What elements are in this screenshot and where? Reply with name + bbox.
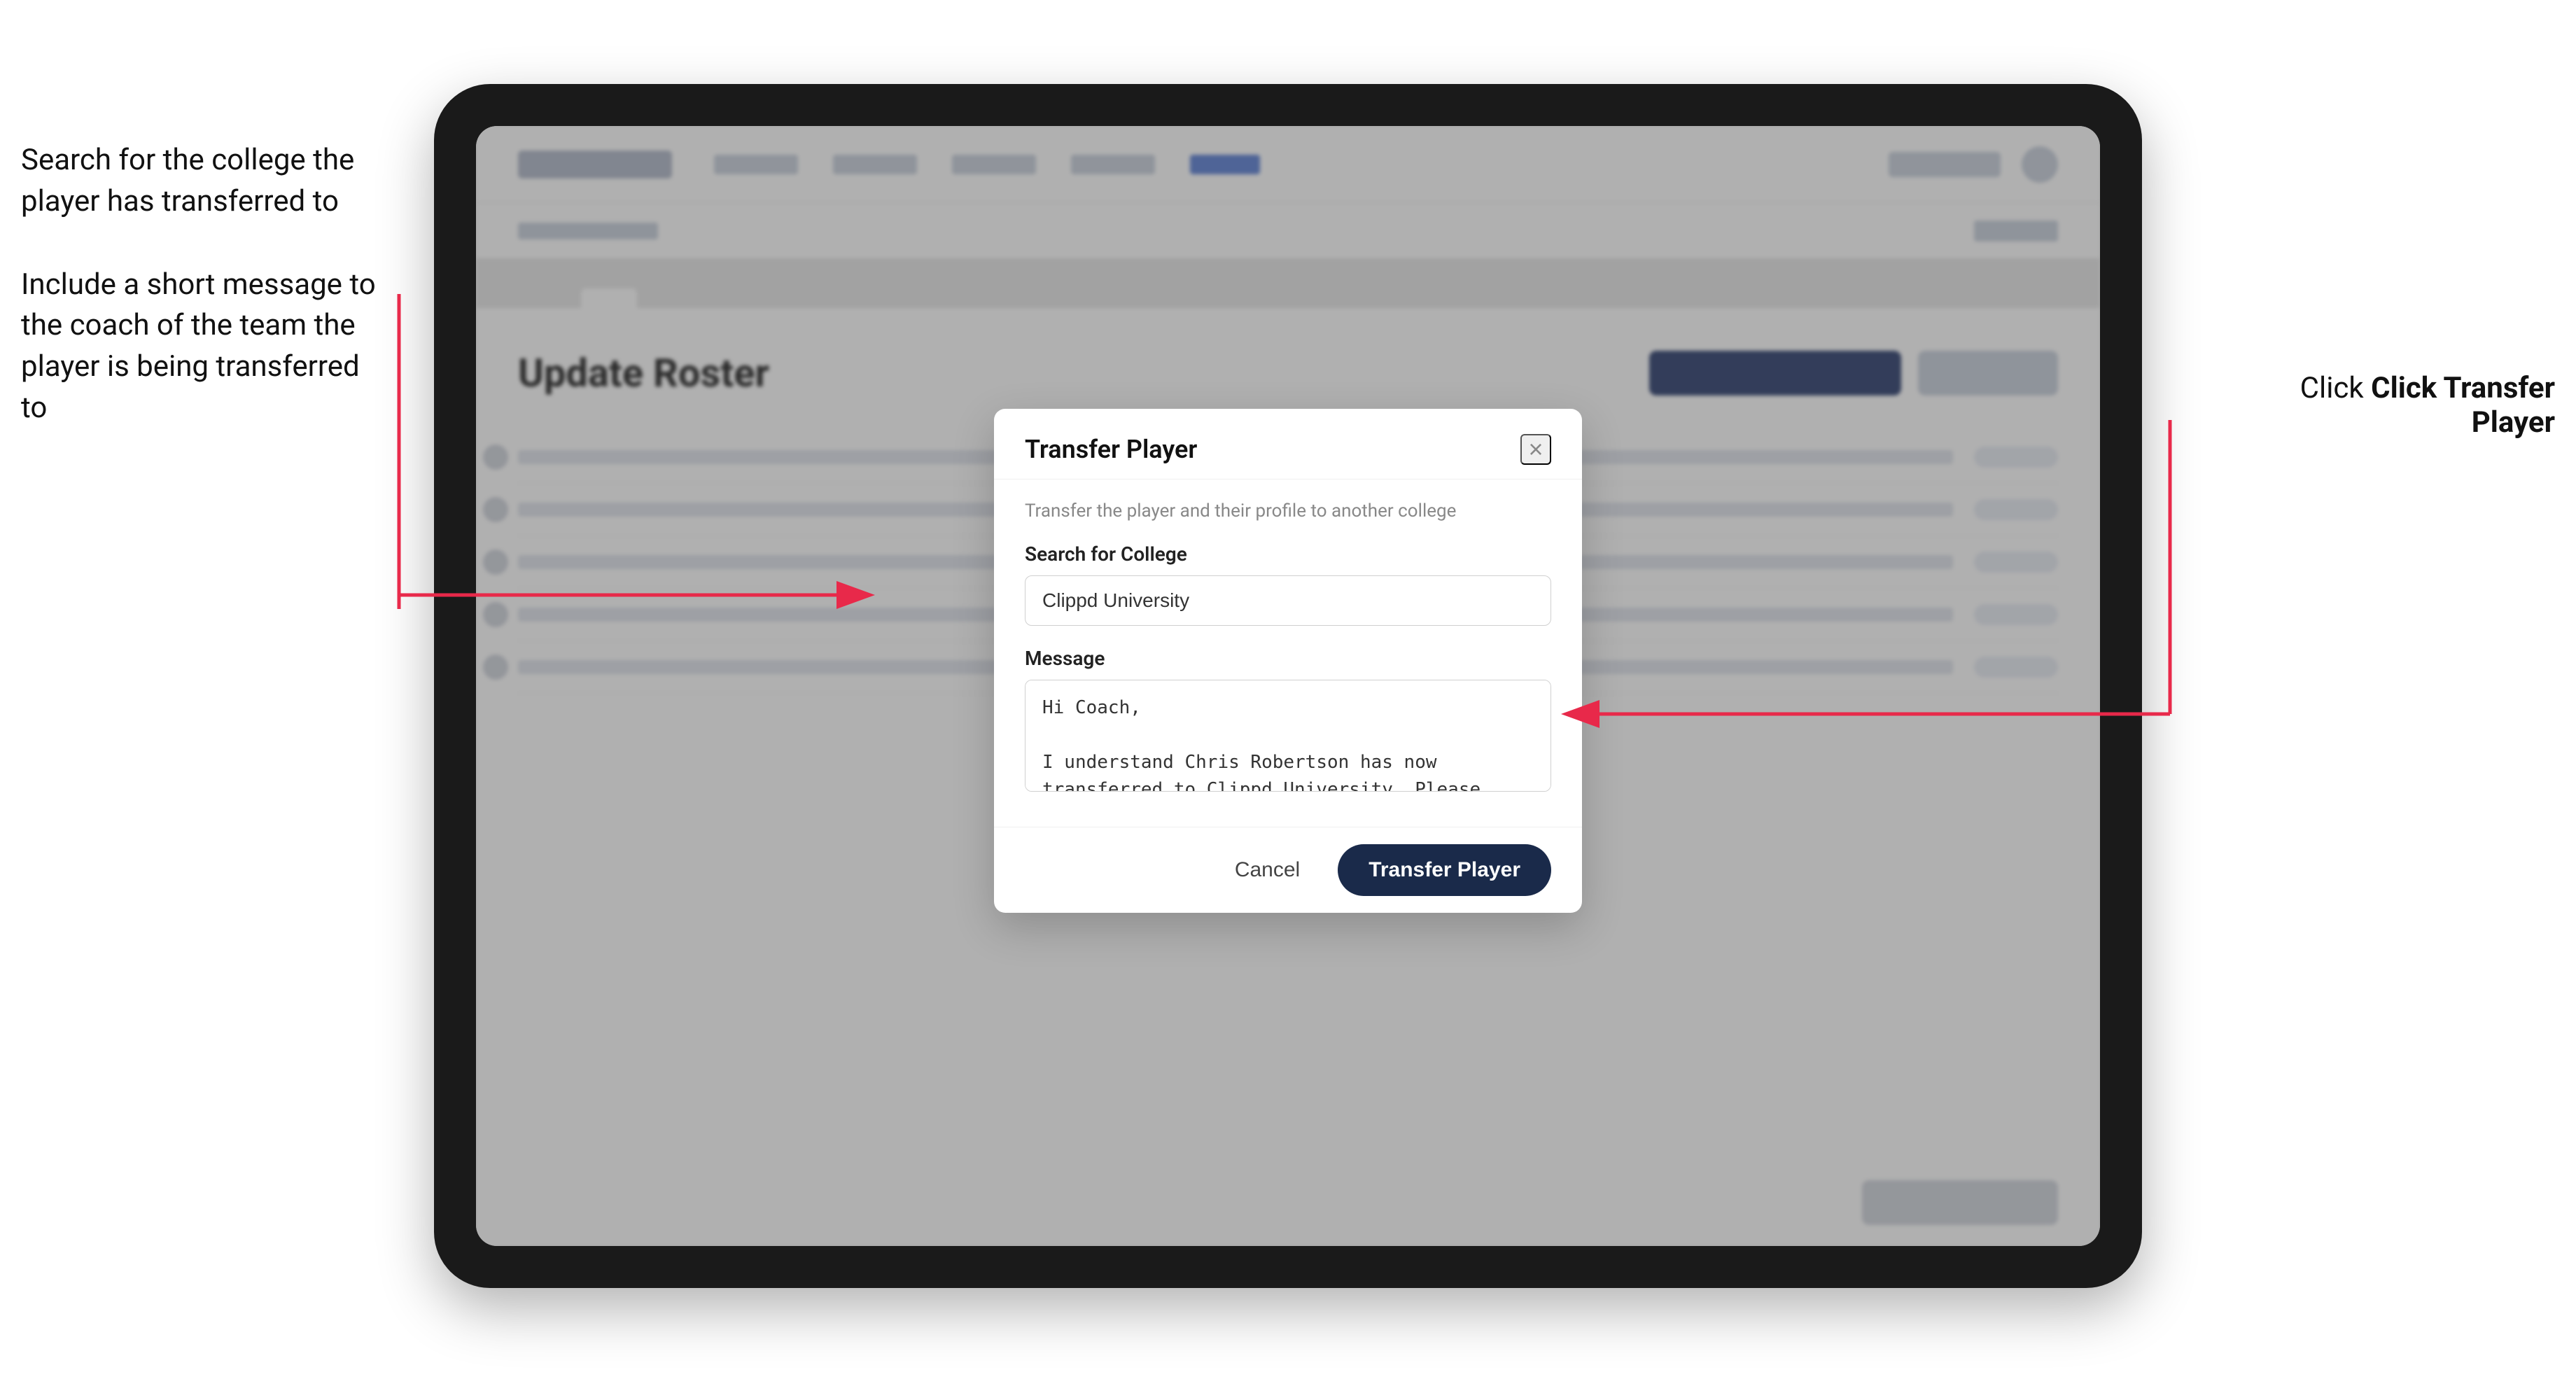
search-college-input[interactable] xyxy=(1025,575,1551,626)
transfer-player-button[interactable]: Transfer Player xyxy=(1338,844,1551,896)
close-icon: × xyxy=(1528,435,1543,464)
modal-footer: Cancel Transfer Player xyxy=(994,827,1582,913)
annotation-right-text: Click Click Transfer Player xyxy=(2240,371,2555,440)
annotation-left-top: Search for the college the player has tr… xyxy=(21,140,385,223)
cancel-button[interactable]: Cancel xyxy=(1214,847,1321,893)
modal-body: Transfer the player and their profile to… xyxy=(994,479,1582,827)
modal-header: Transfer Player × xyxy=(994,409,1582,479)
search-label: Search for College xyxy=(1025,542,1551,566)
message-label: Message xyxy=(1025,647,1551,670)
annotation-right: Click Click Transfer Player xyxy=(2240,371,2555,440)
annotation-left: Search for the college the player has tr… xyxy=(21,140,385,471)
modal-close-button[interactable]: × xyxy=(1520,434,1551,465)
annotation-left-bottom: Include a short message to the coach of … xyxy=(21,265,385,429)
tablet-device: Update Roster xyxy=(434,84,2142,1288)
message-textarea[interactable] xyxy=(1025,680,1551,792)
modal-overlay: Transfer Player × Transfer the player an… xyxy=(476,126,2100,1246)
tablet-screen: Update Roster xyxy=(476,126,2100,1246)
modal-description: Transfer the player and their profile to… xyxy=(1025,500,1551,522)
modal-dialog: Transfer Player × Transfer the player an… xyxy=(994,409,1582,913)
modal-title: Transfer Player xyxy=(1025,435,1197,464)
